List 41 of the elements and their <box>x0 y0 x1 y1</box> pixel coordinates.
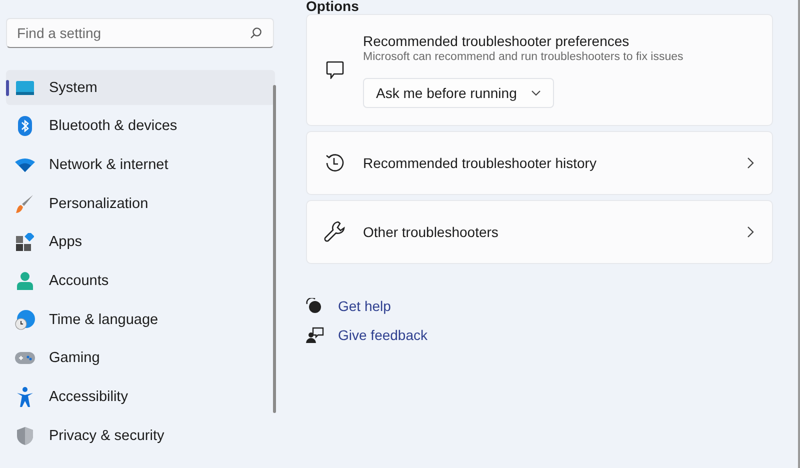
nav-item[interactable]: Personalization <box>6 186 275 222</box>
nav-item[interactable]: Time & language <box>6 302 275 338</box>
scrollbar[interactable] <box>273 85 276 413</box>
search-field[interactable]: Find a setting <box>6 18 274 48</box>
help-link[interactable]: Get help <box>338 298 391 314</box>
history-icon <box>325 153 345 173</box>
person-icon <box>17 272 33 290</box>
card-description: Microsoft can recommend and run troubleshooters to fix issues <box>363 50 684 62</box>
shield-icon <box>17 426 33 445</box>
chevron-down-icon <box>530 90 541 96</box>
card-title: Recommended troubleshooter history <box>363 155 598 171</box>
section-heading: Options <box>306 0 360 13</box>
accessibility-person-icon <box>17 387 33 407</box>
nav-item[interactable]: Accessibility <box>6 380 275 414</box>
settings-link-card[interactable]: Recommended troubleshooter history <box>306 131 773 195</box>
card-title: Other troubleshooters <box>363 224 500 240</box>
nav-item[interactable]: Privacy & security <box>6 418 275 454</box>
paintbrush-icon <box>16 194 34 214</box>
chevron-right-icon <box>747 157 754 169</box>
nav-item[interactable]: Apps <box>6 224 275 260</box>
help-link[interactable]: Give feedback <box>338 327 428 343</box>
chat-bubble-icon <box>326 61 344 79</box>
dropdown[interactable]: Ask me before running <box>363 78 554 108</box>
settings-link-card[interactable]: Other troubleshooters <box>306 200 773 264</box>
nav-item[interactable]: Gaming <box>6 340 275 376</box>
search-icon <box>250 27 262 39</box>
wifi-icon <box>15 158 35 172</box>
gamepad-icon <box>15 352 35 364</box>
feedback-person-icon <box>306 327 324 343</box>
wrench-icon <box>324 221 346 243</box>
nav-item[interactable]: Bluetooth & devices <box>6 108 275 144</box>
nav-item[interactable]: System <box>6 70 275 105</box>
nav-item[interactable]: Network & internet <box>6 147 275 182</box>
apps-icon <box>16 233 34 252</box>
nav-item[interactable]: Accounts <box>6 263 275 298</box>
card-title: Recommended troubleshooter preferences <box>363 32 630 48</box>
selection-indicator <box>6 80 9 96</box>
bluetooth-icon <box>18 116 32 136</box>
globe-clock-icon <box>15 310 35 330</box>
monitor-icon <box>16 80 34 94</box>
chevron-right-icon <box>747 226 754 238</box>
